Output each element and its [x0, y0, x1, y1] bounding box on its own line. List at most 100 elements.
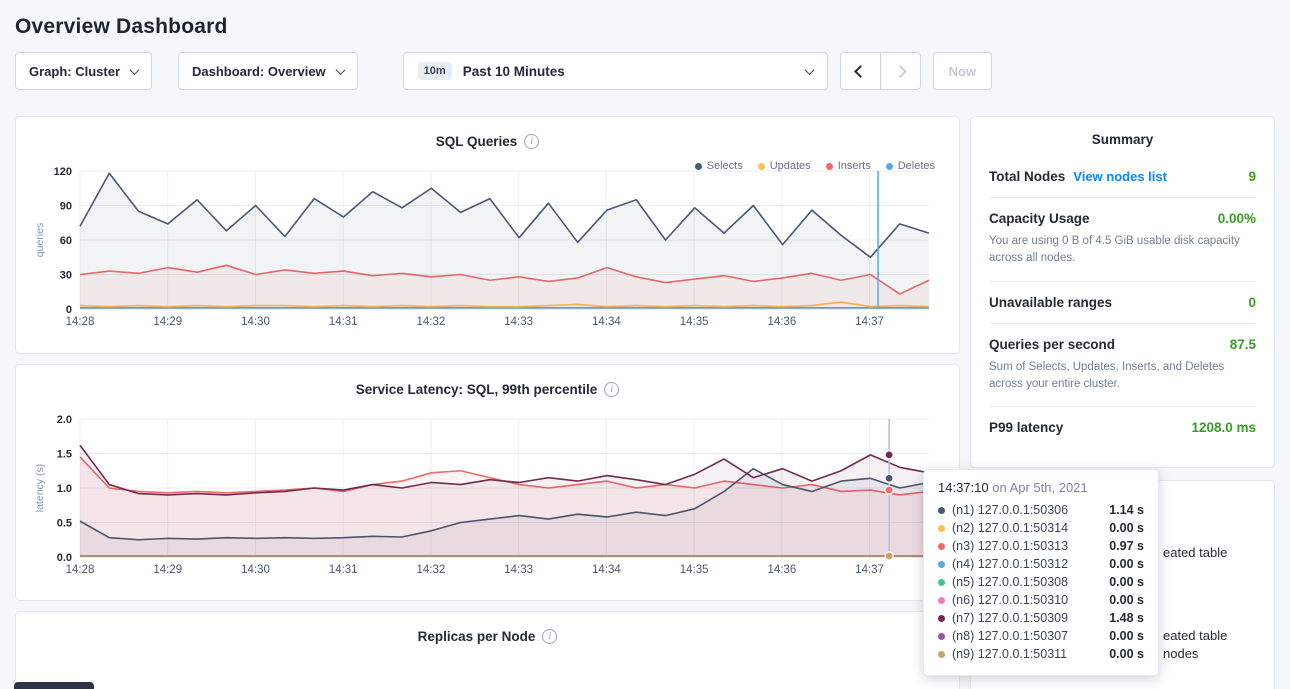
svg-text:14:34: 14:34 [592, 316, 621, 328]
legend-dot [826, 163, 833, 170]
node-address: (n4) 127.0.0.1:50312 [952, 557, 1068, 571]
time-step-buttons [840, 52, 921, 90]
page-title: Overview Dashboard [15, 0, 1275, 52]
svg-text:14:32: 14:32 [417, 564, 446, 576]
replicas-per-node-card: Replicas per Node i [15, 611, 960, 689]
node-latency-value: 0.00 s [1109, 629, 1144, 643]
chevron-down-icon [335, 65, 345, 75]
time-range-label: Past 10 Minutes [463, 64, 565, 79]
replicas-title: Replicas per Node [418, 629, 536, 644]
svg-text:14:32: 14:32 [417, 316, 446, 328]
now-button[interactable]: Now [933, 52, 992, 90]
capacity-usage-description: You are using 0 B of 4.5 GiB usable disk… [989, 233, 1256, 268]
node-latency-value: 0.00 s [1109, 593, 1144, 607]
info-icon[interactable]: i [524, 134, 539, 149]
tooltip-row: (n8) 127.0.0.1:50307 0.00 s [938, 627, 1144, 645]
tooltip-date: on Apr 5th, 2021 [989, 480, 1088, 495]
svg-text:14:37: 14:37 [855, 564, 884, 576]
node-color-dot [938, 507, 945, 514]
capacity-usage-value: 0.00% [1218, 211, 1256, 226]
tooltip-row: (n2) 127.0.0.1:503140.00 s [938, 519, 1144, 537]
tooltip-row: (n3) 127.0.0.1:503130.97 s [938, 537, 1144, 555]
svg-text:14:29: 14:29 [153, 564, 182, 576]
sql-queries-card: SQL Queries i SelectsUpdatesInsertsDelet… [15, 116, 960, 354]
node-address: (n3) 127.0.0.1:50313 [952, 539, 1068, 553]
view-nodes-list-link[interactable]: View nodes list [1073, 169, 1167, 184]
service-latency-chart[interactable]: 14:2814:2914:3014:3114:3214:3314:3414:35… [32, 403, 943, 581]
replicas-title-row: Replicas per Node i [32, 624, 943, 648]
qps-description: Sum of Selects, Updates, Inserts, and De… [989, 359, 1256, 394]
legend-dot [758, 163, 765, 170]
svg-text:30: 30 [60, 270, 72, 282]
qps-value: 87.5 [1230, 337, 1256, 352]
node-address: (n9) 127.0.0.1:50311 [952, 647, 1067, 661]
service-latency-card: Service Latency: SQL, 99th percentile i … [15, 364, 960, 601]
tooltip-row: (n9) 127.0.0.1:50311 0.00 s [938, 645, 1144, 663]
node-latency-value: 0.00 s [1109, 557, 1144, 571]
summary-row-qps: Queries per second 87.5 Sum of Selects, … [989, 324, 1256, 408]
qps-label: Queries per second [989, 337, 1115, 352]
node-latency-value: 0.00 s [1109, 575, 1144, 589]
node-color-dot [938, 633, 945, 640]
node-latency-value: 0.00 s [1109, 647, 1144, 661]
node-latency-value: 1.14 s [1109, 503, 1144, 517]
node-address: (n7) 127.0.0.1:50309 [952, 611, 1068, 625]
chart-canvas: 14:2814:2914:3014:3114:3214:3314:3414:35… [32, 403, 943, 581]
node-address: (n8) 127.0.0.1:50307 [952, 629, 1068, 643]
time-range-badge: 10m [418, 62, 452, 80]
node-color-dot [938, 597, 945, 604]
svg-text:1.0: 1.0 [57, 483, 72, 495]
node-address: (n1) 127.0.0.1:50306 [952, 503, 1068, 517]
node-address: (n6) 127.0.0.1:50310 [952, 593, 1068, 607]
info-icon[interactable]: i [542, 629, 557, 644]
svg-text:120: 120 [54, 166, 72, 178]
svg-text:14:30: 14:30 [241, 564, 270, 576]
node-color-dot [938, 579, 945, 586]
legend-item-selects[interactable]: Selects [695, 160, 743, 172]
svg-text:14:34: 14:34 [592, 564, 621, 576]
svg-text:latency (s): latency (s) [34, 464, 46, 512]
svg-text:queries: queries [34, 223, 46, 257]
summary-row-p99-latency: P99 latency 1208.0 ms [989, 407, 1256, 448]
node-color-dot [938, 543, 945, 550]
legend-item-inserts[interactable]: Inserts [826, 160, 871, 172]
event-text-fragment: eated table [1163, 545, 1227, 560]
p99-latency-label: P99 latency [989, 420, 1063, 435]
graph-scope-label: Graph: Cluster [29, 64, 120, 79]
summary-row-unavailable-ranges: Unavailable ranges 0 [989, 282, 1256, 324]
time-range-picker[interactable]: 10m Past 10 Minutes [403, 52, 828, 90]
svg-text:14:36: 14:36 [767, 564, 796, 576]
unavailable-ranges-value: 0 [1248, 295, 1256, 310]
svg-text:0.5: 0.5 [57, 518, 72, 530]
svg-text:14:35: 14:35 [680, 564, 709, 576]
chevron-down-icon [804, 65, 814, 75]
svg-text:1.5: 1.5 [57, 449, 72, 461]
clipped-bottom-element [14, 682, 94, 689]
summary-panel-title: Summary [989, 117, 1256, 156]
dashboard-select-dropdown[interactable]: Dashboard: Overview [178, 52, 358, 90]
info-icon[interactable]: i [604, 382, 619, 397]
graph-scope-dropdown[interactable]: Graph: Cluster [15, 52, 152, 90]
legend-label: Selects [707, 160, 743, 172]
svg-text:60: 60 [60, 235, 72, 247]
time-step-forward-button[interactable] [880, 52, 921, 90]
dashboard-select-label: Dashboard: Overview [192, 64, 326, 79]
tooltip-time: 14:37:10 [938, 480, 989, 495]
legend-item-updates[interactable]: Updates [758, 160, 811, 172]
legend-item-deletes[interactable]: Deletes [886, 160, 935, 172]
sql-queries-chart[interactable]: Selects Updates Inserts Deletes 14:2814:291… [32, 155, 943, 333]
legend-dot [886, 163, 893, 170]
p99-latency-value: 1208.0 ms [1191, 420, 1256, 435]
chevron-down-icon [130, 65, 140, 75]
node-latency-value: 1.48 s [1109, 611, 1144, 625]
svg-text:14:36: 14:36 [767, 316, 796, 328]
node-color-dot [938, 651, 945, 658]
chart-canvas: 14:2814:2914:3014:3114:3214:3314:3414:35… [32, 155, 943, 333]
svg-text:14:31: 14:31 [329, 564, 358, 576]
unavailable-ranges-label: Unavailable ranges [989, 295, 1112, 310]
svg-text:0: 0 [66, 304, 72, 316]
time-step-back-button[interactable] [840, 52, 881, 90]
tooltip-timestamp: 14:37:10 on Apr 5th, 2021 [938, 480, 1144, 501]
svg-text:14:35: 14:35 [680, 316, 709, 328]
charts-column: SQL Queries i SelectsUpdatesInsertsDelet… [15, 116, 960, 689]
